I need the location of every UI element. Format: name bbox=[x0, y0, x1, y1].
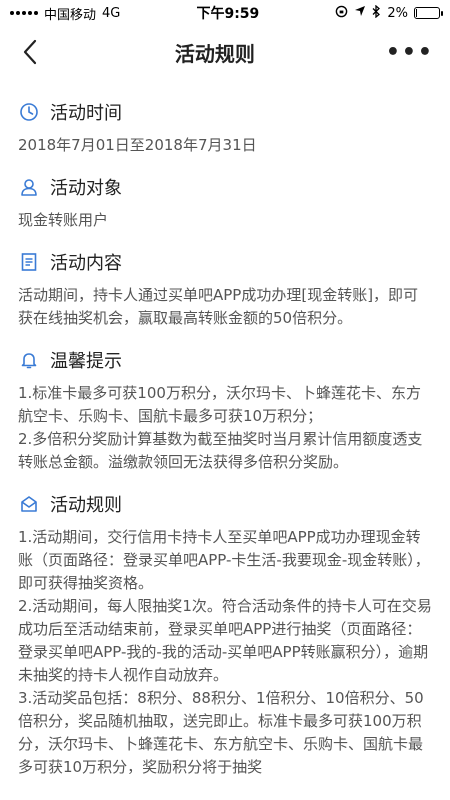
section-0: 活动时间 2018年7月01日至2018年7月31日 bbox=[18, 94, 432, 157]
section-body: 现金转账用户 bbox=[18, 209, 432, 232]
section-paragraph: 1.标准卡最多可获100万积分，沃尔玛卡、卜蜂莲花卡、东方航空卡、乐购卡、国航卡… bbox=[18, 384, 421, 425]
section-paragraph: 2.活动期间，每人限抽奖1次。符合活动条件的持卡人可在交易成功后至活动结束前，登… bbox=[18, 597, 432, 684]
status-time: 下午9:59 bbox=[196, 6, 260, 22]
battery-percent: 2% bbox=[387, 5, 408, 21]
nav-bar: 活动规则 ••• bbox=[0, 26, 450, 78]
section-3: 温馨提示 1.标准卡最多可获100万积分，沃尔玛卡、卜蜂莲花卡、东方航空卡、乐购卡… bbox=[18, 342, 432, 474]
section-body: 1.标准卡最多可获100万积分，沃尔玛卡、卜蜂莲花卡、东方航空卡、乐购卡、国航卡… bbox=[18, 382, 432, 474]
status-left: 中国移动 4G bbox=[10, 4, 120, 23]
section-paragraph: 3.活动奖品包括：8积分、88积分、1倍积分、10倍积分、50倍积分，奖品随机抽… bbox=[18, 689, 424, 776]
page-title: 活动规则 bbox=[174, 41, 255, 66]
section-4: 活动规则 1.活动期间，交行信用卡持卡人至买单吧APP成功办理现金转账（页面路径：… bbox=[18, 486, 432, 779]
section-body: 2018年7月01日至2018年7月31日 bbox=[18, 134, 432, 157]
signal-icon bbox=[10, 11, 38, 15]
bell-icon bbox=[18, 349, 40, 371]
network-label: 4G bbox=[102, 5, 121, 21]
clock-icon bbox=[18, 101, 40, 123]
document-icon bbox=[18, 251, 40, 273]
section-title: 温馨提示 bbox=[50, 351, 122, 372]
status-right: 2% bbox=[335, 4, 443, 22]
section-title: 活动时间 bbox=[50, 103, 122, 124]
bluetooth-icon bbox=[372, 4, 381, 22]
battery-icon bbox=[413, 7, 443, 19]
section-header: 活动规则 bbox=[18, 486, 432, 522]
location-icon bbox=[354, 5, 366, 21]
section-paragraph: 2.多倍积分奖励计算基数为截至抽奖时当月累计信用额度透支转账总金额。溢缴款领回无… bbox=[18, 430, 423, 471]
user-icon bbox=[18, 176, 40, 198]
lock-rotation-icon bbox=[335, 5, 348, 22]
section-header: 活动时间 bbox=[18, 94, 432, 130]
section-header: 温馨提示 bbox=[18, 342, 432, 378]
section-1: 活动对象现金转账用户 bbox=[18, 169, 432, 232]
section-body: 活动期间，持卡人通过买单吧APP成功办理[现金转账]，即可获在线抽奖机会，赢取最… bbox=[18, 284, 432, 330]
carrier-label: 中国移动 bbox=[44, 7, 97, 23]
section-title: 活动内容 bbox=[50, 253, 122, 274]
section-header: 活动内容 bbox=[18, 244, 432, 280]
section-header: 活动对象 bbox=[18, 169, 432, 205]
section-paragraph: 1.活动期间，交行信用卡持卡人至买单吧APP成功办理现金转账（页面路径：登录买单… bbox=[18, 528, 430, 592]
section-paragraph: 2018年7月01日至2018年7月31日 bbox=[18, 136, 257, 154]
section-title: 活动对象 bbox=[50, 178, 122, 199]
section-2: 活动内容活动期间，持卡人通过买单吧APP成功办理[现金转账]，即可获在线抽奖机会… bbox=[18, 244, 432, 330]
chevron-left-icon bbox=[23, 39, 37, 65]
status-bar: 中国移动 4G 下午9:59 2% bbox=[0, 0, 450, 26]
section-title: 活动规则 bbox=[50, 495, 122, 516]
rules-content: 活动时间 2018年7月01日至2018年7月31日 活动对象 现金转账用户 活动内容活… bbox=[0, 78, 450, 779]
more-button[interactable]: ••• bbox=[386, 40, 434, 65]
section-paragraph: 现金转账用户 bbox=[18, 211, 109, 229]
section-paragraph: 活动期间，持卡人通过买单吧APP成功办理[现金转账]，即可获在线抽奖机会，赢取最… bbox=[18, 286, 419, 327]
back-button[interactable] bbox=[16, 38, 44, 66]
section-body: 1.活动期间，交行信用卡持卡人至买单吧APP成功办理现金转账（页面路径：登录买单… bbox=[18, 526, 432, 779]
envelope-icon bbox=[18, 493, 40, 515]
